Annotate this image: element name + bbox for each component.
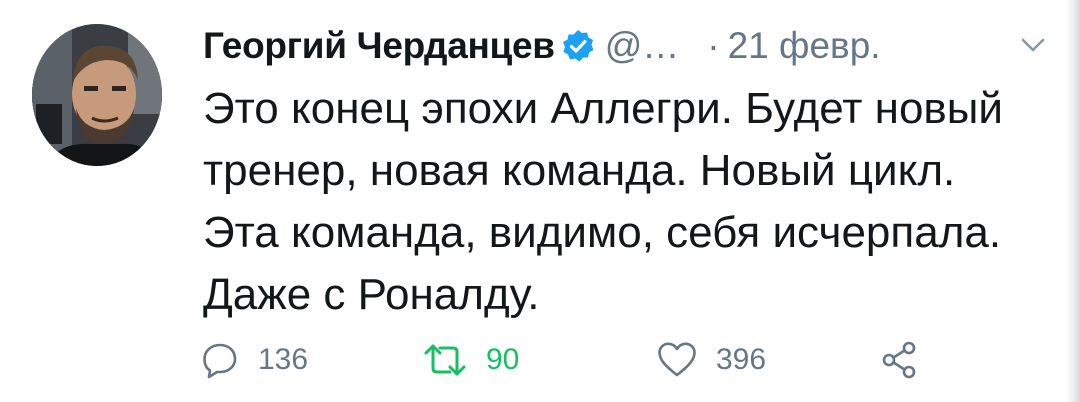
reply-button[interactable]: 136 — [200, 335, 308, 385]
tweet-text-line: Даже с Роналду. — [203, 270, 540, 319]
scroll-edge — [1066, 0, 1080, 402]
retweet-button[interactable]: 90 — [422, 335, 519, 385]
like-count: 396 — [716, 343, 767, 376]
tweet-header: Георгий Черданцев @… · 21 февр. — [203, 20, 881, 72]
tweet-text-line: Это конец эпохи Аллегри. Будет новый — [203, 84, 1004, 133]
chevron-down-icon[interactable] — [1020, 36, 1046, 54]
verified-badge-icon — [561, 29, 595, 63]
tweet-card[interactable]: Георгий Черданцев @… · 21 февр. Это коне… — [0, 0, 1080, 402]
like-button[interactable]: 396 — [656, 335, 766, 385]
tweet-date[interactable]: 21 февр. — [728, 25, 881, 67]
author-name[interactable]: Георгий Черданцев — [203, 25, 555, 67]
tweet-text: Это конец эпохи Аллегри. Будет новый тре… — [203, 78, 1053, 326]
retweet-count: 90 — [486, 343, 520, 376]
header-separator: · — [707, 25, 720, 66]
avatar-photo — [32, 24, 162, 166]
heart-icon — [658, 342, 696, 377]
author-handle[interactable]: @… — [605, 25, 680, 67]
tweet-text-line: тренер, новая команда. Новый цикл. — [203, 146, 956, 195]
tweet-text-line: Эта команда, видимо, себя исчерпала. — [203, 208, 1002, 257]
reply-count: 136 — [258, 343, 309, 376]
retweet-icon — [424, 344, 466, 376]
reply-icon — [203, 343, 237, 379]
share-icon — [882, 341, 916, 379]
avatar[interactable] — [32, 24, 162, 166]
share-button[interactable] — [880, 335, 920, 385]
tweet-actions: 136 90 396 — [200, 335, 940, 385]
